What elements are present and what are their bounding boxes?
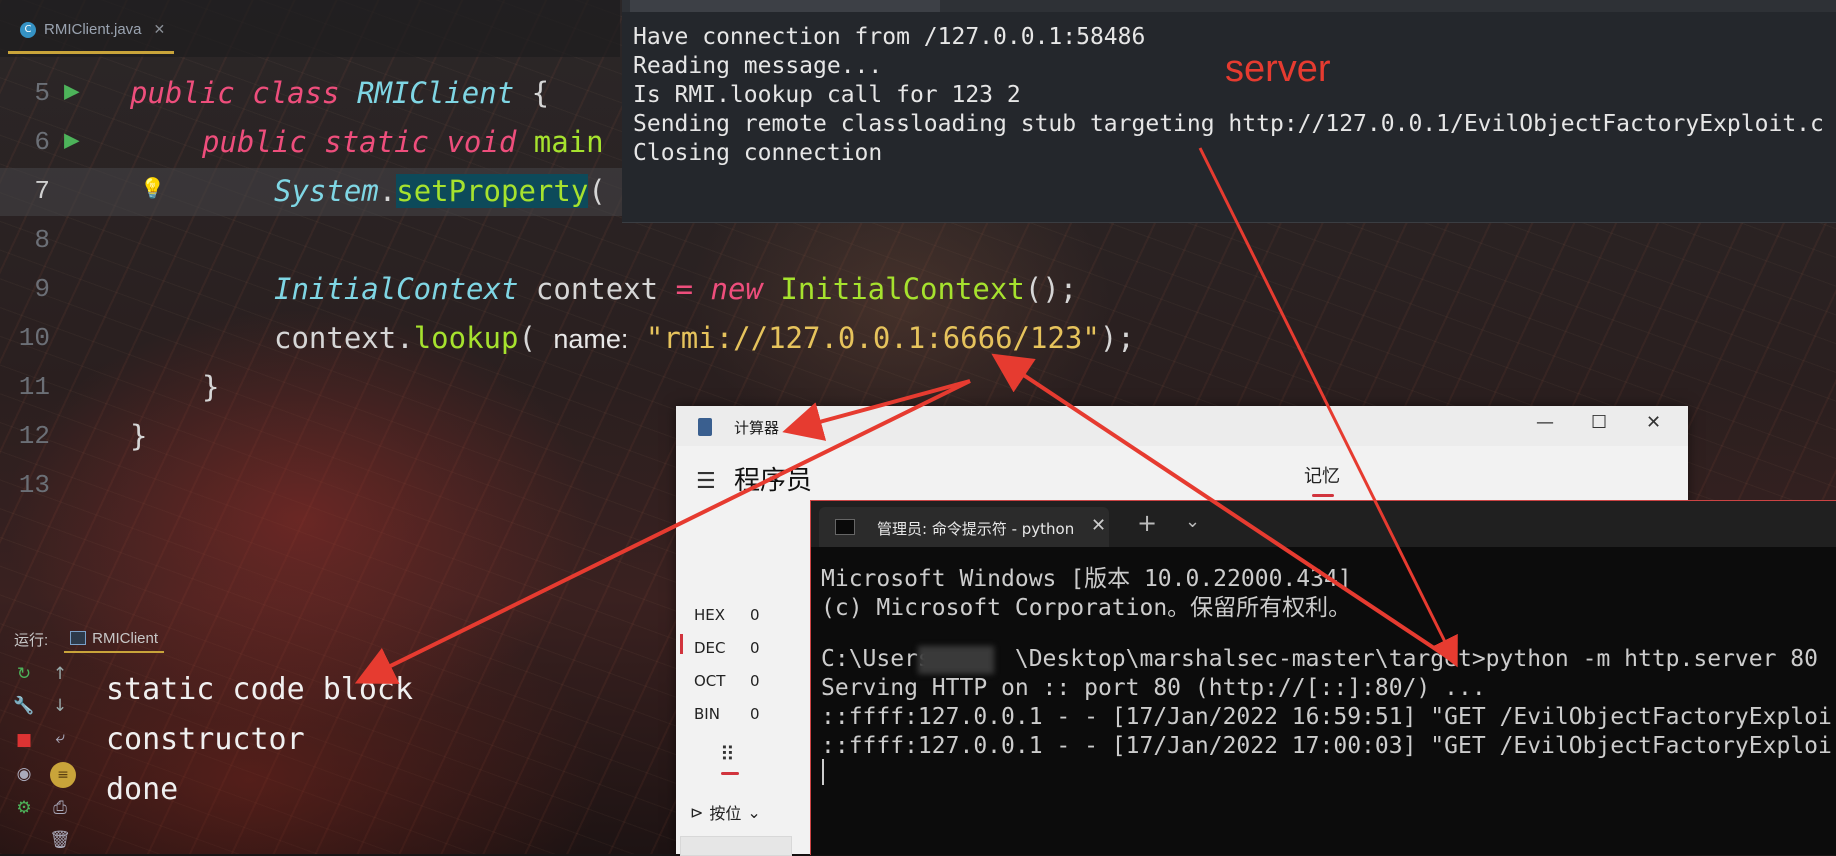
annotation-arrows xyxy=(354,147,1458,684)
arrow-lookup-to-calculator xyxy=(782,379,971,441)
arrow-cmd-to-lookup xyxy=(991,353,1457,664)
arrow-lookup-to-output xyxy=(354,379,971,684)
arrow-server-to-cmd xyxy=(1198,147,1458,668)
